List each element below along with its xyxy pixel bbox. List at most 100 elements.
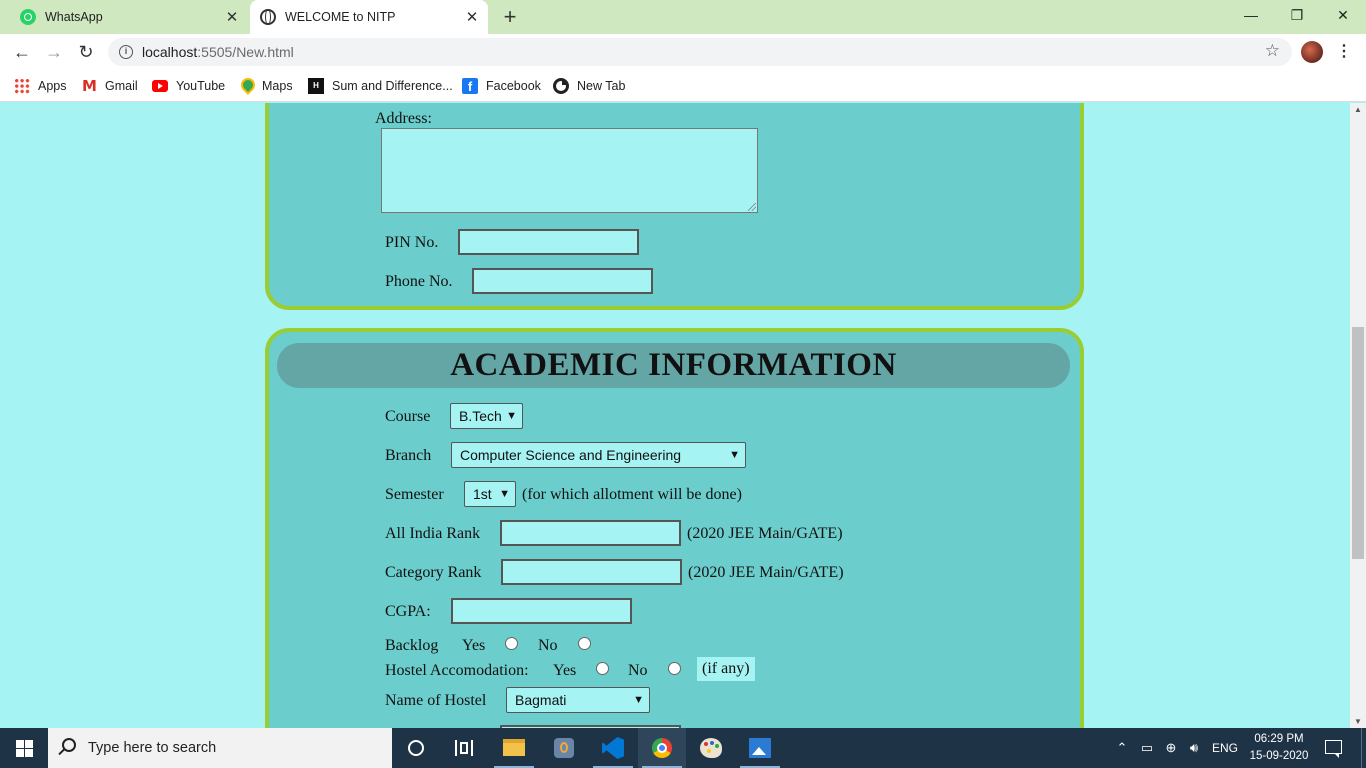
hostel-no-radio[interactable]	[668, 662, 681, 675]
category-rank-input[interactable]	[501, 559, 682, 585]
phone-input[interactable]	[472, 268, 653, 294]
course-select[interactable]: B.Tech ▼	[450, 403, 523, 429]
bookmark-gmail[interactable]: Gmail	[81, 77, 138, 95]
chrome-icon	[652, 738, 672, 758]
air-input[interactable]	[500, 520, 681, 546]
address-bar[interactable]: i localhost:5505/New.html ☆	[108, 38, 1292, 66]
apps-grid-icon	[14, 78, 30, 94]
forward-arrow-icon[interactable]: →	[40, 38, 68, 66]
tab-title: WhatsApp	[45, 10, 103, 24]
chevron-down-icon: ▼	[729, 449, 740, 461]
bookmark-label: New Tab	[577, 79, 626, 93]
cgpa-input[interactable]	[451, 598, 632, 624]
semester-select[interactable]: 1st ▼	[464, 481, 516, 507]
vscode-button[interactable]	[589, 728, 637, 768]
hostel-label: Hostel Accomodation:	[385, 662, 529, 679]
taskbar-search[interactable]: Type here to search	[48, 728, 392, 768]
windows-logo-icon	[25, 740, 33, 748]
hostel-name-select[interactable]: Bagmati ▼	[506, 687, 650, 713]
restore-button[interactable]: ❐	[1274, 0, 1320, 32]
tab-whatsapp[interactable]: WhatsApp ✕	[8, 0, 248, 34]
close-window-button[interactable]: ✕	[1320, 0, 1366, 32]
section-title: ACADEMIC INFORMATION	[277, 343, 1070, 388]
windows-logo-icon	[16, 740, 24, 748]
minimize-button[interactable]: —	[1228, 0, 1274, 32]
network-icon[interactable]: ⊕	[1163, 740, 1179, 756]
tab-close-icon[interactable]: ✕	[460, 8, 484, 26]
semester-selected-value: 1st	[473, 486, 492, 502]
address-label: Address:	[375, 110, 432, 127]
app-icon	[554, 738, 574, 758]
notification-icon[interactable]	[1325, 740, 1342, 758]
url-host: localhost	[142, 44, 198, 60]
bookmark-facebook[interactable]: f Facebook	[462, 77, 541, 95]
battery-icon[interactable]: ▭	[1139, 740, 1155, 756]
chevron-down-icon: ▼	[633, 694, 644, 706]
photos-button[interactable]	[736, 728, 784, 768]
tab-strip: WhatsApp ✕ WELCOME to NITP ✕ + — ❐ ✕	[0, 0, 1366, 34]
site-info-icon[interactable]: i	[119, 45, 133, 59]
chevron-down-icon: ▼	[506, 410, 517, 422]
chrome-menu-icon[interactable]: ⋮	[1336, 40, 1352, 64]
hostel-name-label: Name of Hostel	[385, 692, 487, 709]
windows-logo-icon	[16, 749, 24, 757]
globe-icon	[260, 9, 276, 25]
profile-avatar[interactable]	[1301, 41, 1323, 63]
bookmark-maps[interactable]: Maps	[238, 77, 293, 95]
vscode-icon	[602, 737, 624, 759]
branch-select[interactable]: Computer Science and Engineering ▼	[451, 442, 746, 468]
hostel-selected-value: Bagmati	[515, 692, 567, 708]
search-icon	[62, 738, 76, 752]
semester-label: Semester	[385, 486, 444, 503]
new-tab-button[interactable]: +	[497, 4, 523, 30]
bookmark-label: YouTube	[176, 79, 226, 93]
vertical-scrollbar[interactable]: ▲ ▼	[1350, 103, 1366, 728]
taskbar-clock[interactable]: 06:29 PM 15-09-2020	[1244, 731, 1314, 765]
url-text: localhost:5505/New.html	[142, 44, 294, 60]
backlog-no-radio[interactable]	[578, 637, 591, 650]
hackerrank-icon: H	[308, 78, 324, 94]
page-viewport: Address: PIN No. Phone No. ACADEMIC INFO…	[0, 103, 1350, 728]
academic-info-section: ACADEMIC INFORMATION Course B.Tech ▼ Bra…	[265, 328, 1084, 728]
scroll-down-arrow-icon[interactable]: ▼	[1350, 717, 1366, 726]
address-textarea[interactable]	[381, 128, 758, 213]
hostel-yes-radio[interactable]	[596, 662, 609, 675]
chrome-button[interactable]	[638, 728, 686, 768]
language-indicator[interactable]: ENG	[1211, 740, 1239, 756]
bookmark-apps[interactable]: Apps	[14, 77, 67, 95]
task-view-icon	[455, 740, 473, 756]
backlog-label: Backlog	[385, 637, 439, 654]
bookmark-hackerrank[interactable]: H Sum and Difference...	[308, 77, 453, 95]
sitemap-app-button[interactable]	[540, 728, 588, 768]
chevron-down-icon: ▼	[499, 488, 510, 500]
course-label: Course	[385, 408, 431, 425]
paint-icon	[700, 738, 722, 758]
paint-button[interactable]	[687, 728, 735, 768]
branch-selected-value: Computer Science and Engineering	[460, 447, 682, 463]
backlog-yes-radio[interactable]	[505, 637, 518, 650]
bookmark-youtube[interactable]: YouTube	[152, 77, 225, 95]
tab-close-icon[interactable]: ✕	[220, 8, 244, 26]
bookmark-label: Facebook	[486, 79, 541, 93]
bookmark-new-tab[interactable]: New Tab	[553, 77, 625, 95]
hostel-no-label: No	[628, 662, 648, 679]
scroll-up-arrow-icon[interactable]: ▲	[1350, 105, 1366, 114]
maps-icon	[238, 78, 254, 94]
hostel-yes-label: Yes	[553, 662, 577, 679]
volume-icon[interactable]: 🔊︎	[1186, 740, 1202, 756]
task-view-button[interactable]	[440, 728, 488, 768]
bookmarks-bar: Apps Gmail YouTube Maps H Sum and Differ…	[0, 70, 1366, 102]
show-desktop-button[interactable]	[1361, 728, 1362, 768]
start-button[interactable]	[0, 728, 48, 768]
pin-input[interactable]	[458, 229, 639, 255]
scroll-thumb[interactable]	[1352, 327, 1364, 559]
file-explorer-button[interactable]	[490, 728, 538, 768]
back-arrow-icon[interactable]: ←	[8, 38, 36, 66]
bookmark-star-icon[interactable]: ☆	[1265, 41, 1280, 61]
reload-icon[interactable]: ↻	[72, 38, 100, 66]
hostel-note: (if any)	[697, 657, 755, 681]
tab-welcome-nitp[interactable]: WELCOME to NITP ✕	[250, 0, 488, 34]
bookmark-label: Sum and Difference...	[332, 79, 453, 93]
cortana-button[interactable]	[392, 728, 440, 768]
chevron-up-icon[interactable]: ⌃	[1114, 740, 1130, 756]
